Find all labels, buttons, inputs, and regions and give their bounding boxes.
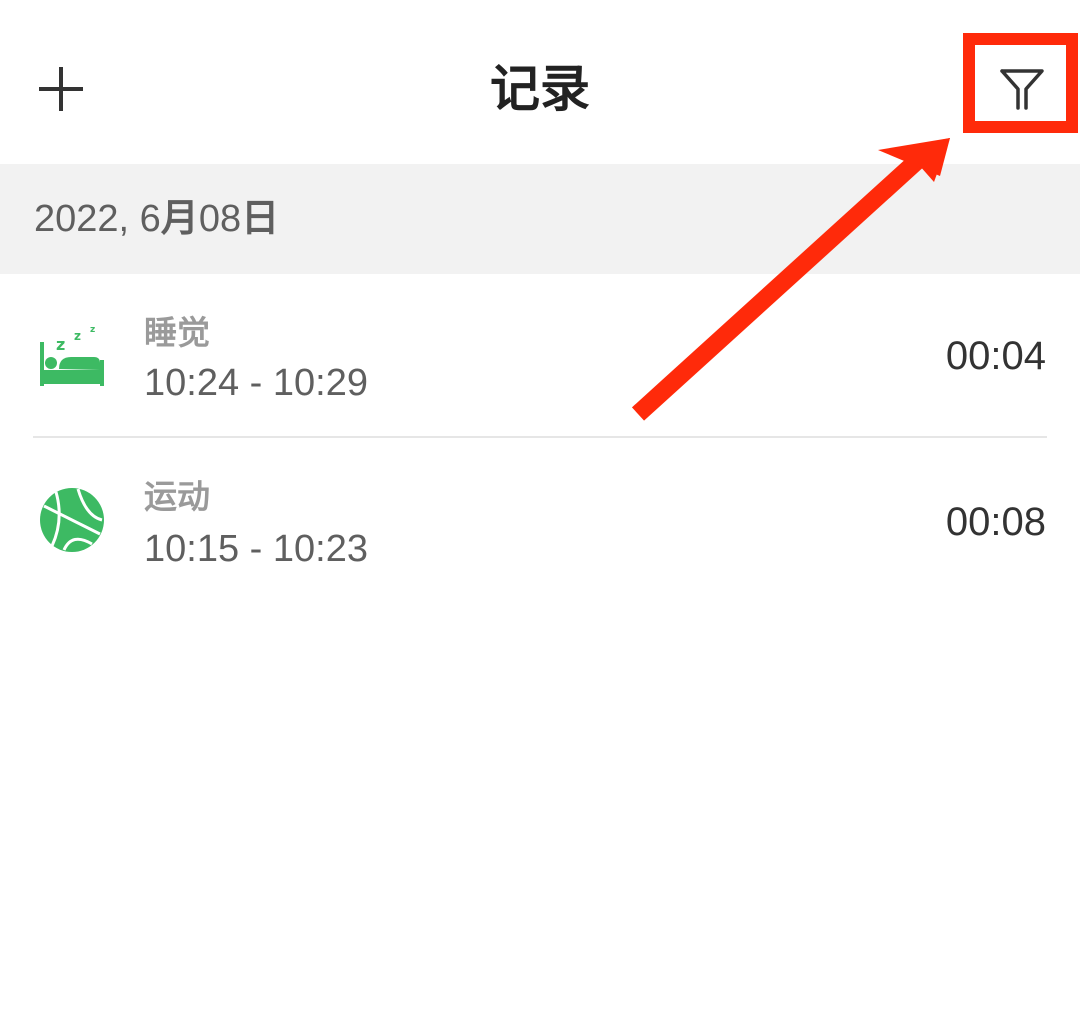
record-time-range: 10:15 - 10:23 (144, 528, 368, 570)
sleep-icon: z z z (40, 325, 104, 386)
record-time-range: 10:24 - 10:29 (144, 362, 368, 404)
record-duration: 00:08 (945, 500, 1046, 544)
top-bar: 记录 (0, 0, 1080, 164)
record-name: 睡觉 (144, 314, 210, 351)
filter-icon (1000, 69, 1044, 110)
record-item-sleep[interactable]: z z z 睡觉 10:24 - 10:29 00:04 (0, 274, 1080, 438)
record-item-exercise[interactable]: 运动 10:15 - 10:23 00:08 (0, 438, 1080, 602)
svg-text:z: z (56, 335, 65, 354)
date-label: 2022, 6月08日 (34, 198, 280, 240)
filter-button[interactable] (984, 50, 1060, 126)
page-title: 记录 (490, 61, 590, 117)
svg-text:z: z (74, 329, 81, 343)
record-name: 运动 (144, 478, 210, 515)
record-duration: 00:04 (945, 334, 1046, 378)
basketball-icon (40, 488, 104, 552)
svg-text:z: z (90, 325, 95, 335)
date-group-header: 2022, 6月08日 (0, 164, 1080, 274)
